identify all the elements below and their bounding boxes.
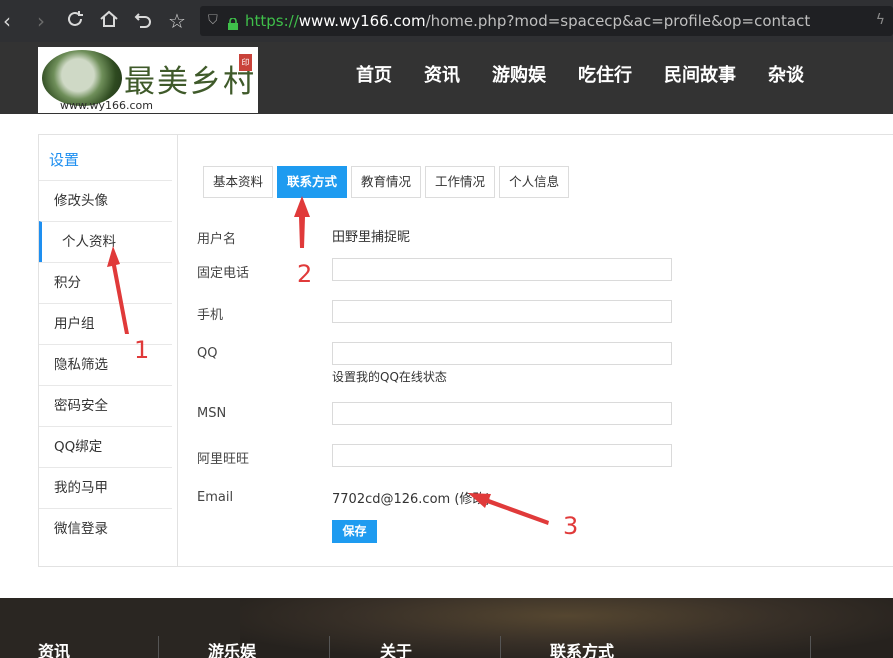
lock-icon <box>228 15 238 30</box>
nav-misc[interactable]: 杂谈 <box>768 61 804 87</box>
sidebar-list: 修改头像 个人资料 积分 用户组 隐私筛选 密码安全 QQ绑定 我的马甲 微信登… <box>39 180 172 549</box>
footer-col-contact[interactable]: 联系方式 <box>550 638 614 658</box>
nav-news[interactable]: 资讯 <box>424 61 460 87</box>
footer-col-news[interactable]: 资讯 <box>38 638 70 658</box>
email-value: 7702cd@126.com <box>332 492 451 507</box>
tab-contact[interactable]: 联系方式 <box>277 166 348 198</box>
bolt-icon[interactable]: ϟ <box>876 12 885 28</box>
browser-toolbar: ‹ › ☆ ⛉ https://www.wy166.com/home.php?m… <box>0 0 893 42</box>
sidebar-item-wechat-login[interactable]: 微信登录 <box>39 508 172 549</box>
email-value-row: 7702cd@126.com (修改) <box>332 488 491 507</box>
settings-sidebar: 设置 修改头像 个人资料 积分 用户组 隐私筛选 密码安全 QQ绑定 我的马甲 … <box>39 135 178 566</box>
email-label: Email <box>197 490 234 505</box>
mobile-label: 手机 <box>197 308 224 323</box>
footer-divider <box>500 636 501 658</box>
shield-icon: ⛉ <box>208 13 218 28</box>
mobile-field[interactable] <box>332 300 672 323</box>
qq-label: QQ <box>197 346 218 361</box>
footer-col-entertainment[interactable]: 游乐娱 <box>208 638 256 658</box>
email-edit-link[interactable]: (修改) <box>454 492 490 507</box>
wangwang-field[interactable] <box>332 444 672 467</box>
main-nav: 首页 资讯 游购娱 吃住行 民间故事 杂谈 <box>356 61 836 87</box>
annotation-number-2: 2 <box>297 260 313 288</box>
url-text: https://www.wy166.com/home.php?mod=space… <box>245 12 811 30</box>
sidebar-item-usergroup[interactable]: 用户组 <box>39 303 172 344</box>
nav-tour-shop[interactable]: 游购娱 <box>492 61 546 87</box>
sidebar-item-qq-bind[interactable]: QQ绑定 <box>39 426 172 467</box>
annotation-number-1: 1 <box>134 336 150 364</box>
footer-divider <box>329 636 330 658</box>
logo-seal: 印 <box>239 54 252 71</box>
qq-field[interactable] <box>332 342 672 365</box>
username-label: 用户名 <box>197 232 237 247</box>
phone-label: 固定电话 <box>197 266 250 281</box>
site-footer: 资讯 游乐娱 关于 联系方式 <box>0 598 893 658</box>
sidebar-item-privacy[interactable]: 隐私筛选 <box>39 344 172 385</box>
annotation-number-3: 3 <box>563 512 579 540</box>
site-logo[interactable]: 最美乡村 印 www.wy166.com <box>38 47 258 113</box>
logo-image <box>42 50 122 106</box>
username-value: 田野里捕捉昵 <box>332 230 411 245</box>
sidebar-item-points[interactable]: 积分 <box>39 262 172 303</box>
nav-folk-stories[interactable]: 民间故事 <box>664 61 736 87</box>
undo-icon[interactable] <box>130 8 156 34</box>
msn-label: MSN <box>197 406 227 421</box>
back-icon[interactable]: ‹ <box>0 8 20 34</box>
nav-food-stay[interactable]: 吃住行 <box>578 61 632 87</box>
star-icon[interactable]: ☆ <box>164 8 190 34</box>
sidebar-item-avatar[interactable]: 修改头像 <box>39 180 172 221</box>
tab-education[interactable]: 教育情况 <box>351 166 422 198</box>
logo-url: www.wy166.com <box>60 99 153 112</box>
save-button[interactable]: 保存 <box>332 520 377 543</box>
settings-panel: 设置 修改头像 个人资料 积分 用户组 隐私筛选 密码安全 QQ绑定 我的马甲 … <box>38 134 893 567</box>
msn-field[interactable] <box>332 402 672 425</box>
nav-home[interactable]: 首页 <box>356 61 392 87</box>
sidebar-item-profile[interactable]: 个人资料 <box>39 221 172 262</box>
sidebar-item-password[interactable]: 密码安全 <box>39 385 172 426</box>
qq-status-link[interactable]: 设置我的QQ在线状态 <box>332 368 447 385</box>
profile-tabs: 基本资料 联系方式 教育情况 工作情况 个人信息 <box>203 166 573 198</box>
tab-basic-info[interactable]: 基本资料 <box>203 166 274 198</box>
address-bar[interactable]: ⛉ https://www.wy166.com/home.php?mod=spa… <box>200 6 893 36</box>
home-icon[interactable] <box>96 8 122 34</box>
logo-text: 最美乡村 <box>124 64 256 100</box>
site-header: 最美乡村 印 www.wy166.com 首页 资讯 游购娱 吃住行 民间故事 … <box>0 42 893 114</box>
tab-work[interactable]: 工作情况 <box>425 166 496 198</box>
sidebar-title: 设置 <box>49 151 80 169</box>
sidebar-item-alt-accounts[interactable]: 我的马甲 <box>39 467 172 508</box>
footer-divider <box>810 636 811 658</box>
phone-field[interactable] <box>332 258 672 281</box>
forward-icon[interactable]: › <box>28 8 54 34</box>
footer-col-about[interactable]: 关于 <box>380 638 412 658</box>
wangwang-label: 阿里旺旺 <box>197 452 250 467</box>
tab-personal-info[interactable]: 个人信息 <box>499 166 570 198</box>
footer-divider <box>158 636 159 658</box>
reload-icon[interactable] <box>62 8 88 34</box>
